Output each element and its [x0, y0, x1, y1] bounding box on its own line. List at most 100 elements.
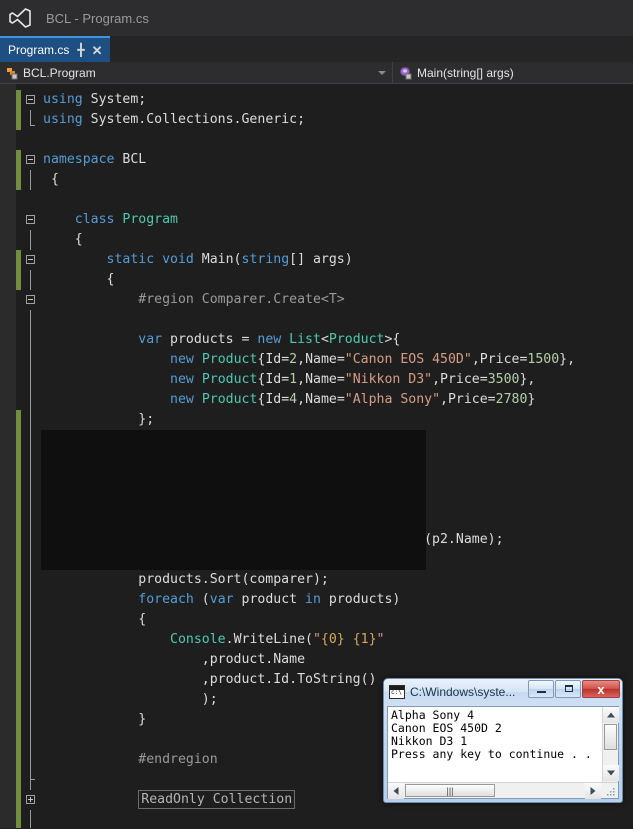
code-token: 2	[289, 352, 298, 367]
fold-guide-line	[30, 110, 31, 125]
fold-guide-line	[30, 330, 31, 350]
vertical-scroll-thumb[interactable]	[604, 724, 617, 750]
code-line: new Product{Id=4,Name="Alpha Sony",Price…	[41, 390, 633, 410]
scroll-right-arrow-icon[interactable]	[585, 783, 601, 799]
resize-grip-icon	[607, 788, 615, 796]
code-token: {Id=	[257, 352, 290, 367]
fold-guide-line	[30, 510, 31, 530]
code-token: 2780	[495, 392, 528, 407]
code-token: },	[519, 372, 536, 387]
scroll-up-arrow-icon[interactable]	[603, 707, 619, 723]
code-line: {	[41, 510, 633, 530]
code-token: ,Name=	[297, 372, 345, 387]
fold-guide-line	[30, 470, 31, 490]
console-window-icon	[389, 685, 405, 699]
code-token: class	[43, 212, 123, 227]
code-token: Program	[122, 212, 178, 227]
collapsed-region[interactable]: ReadOnly Collection	[138, 790, 296, 809]
code-token: {	[43, 172, 59, 187]
code-line: #region Comparer.Create<T>	[41, 290, 633, 310]
fold-margin[interactable]	[21, 84, 41, 828]
code-line: using System.Collections.Generic;	[41, 110, 633, 130]
code-token: ,Name=	[297, 352, 345, 367]
code-token: 1500	[527, 352, 560, 367]
indicator-margin[interactable]	[0, 84, 16, 828]
fold-collapse-icon[interactable]	[26, 155, 35, 164]
visual-studio-window: BCL - Program.cs Program.cs ╋ ✕ BCL.Prog…	[0, 0, 633, 829]
minimize-button[interactable]	[528, 680, 554, 698]
code-line: }));	[41, 550, 633, 570]
console-horizontal-scrollbar[interactable]: |||	[388, 782, 618, 799]
fold-collapse-icon[interactable]	[26, 295, 35, 304]
code-line: using System;	[41, 90, 633, 110]
code-line: {	[41, 230, 633, 250]
fold-guide-line	[30, 770, 31, 790]
code-line: {	[41, 270, 633, 290]
maximize-button[interactable]	[555, 680, 581, 698]
code-line: new Comparison<Product>(	[41, 470, 633, 490]
scroll-down-arrow-icon[interactable]	[603, 765, 619, 781]
type-dropdown[interactable]: BCL.Program	[0, 62, 392, 83]
code-token: Product	[328, 332, 385, 347]
fold-guide-line	[30, 650, 31, 670]
code-line: var products = new List<Product>{	[41, 330, 633, 350]
code-token: ,product.Name	[43, 652, 306, 667]
navigation-bar: BCL.Program Main(string[] args)	[0, 62, 633, 84]
code-token: "Nikkon D3"	[344, 372, 433, 387]
code-line: namespace BCL	[41, 150, 633, 170]
fold-guide-line	[30, 610, 31, 630]
chevron-down-icon[interactable]	[378, 70, 386, 75]
code-token: <	[320, 332, 329, 347]
member-dropdown[interactable]: Main(string[] args)	[392, 62, 633, 83]
selection-highlight	[41, 430, 426, 450]
console-window-controls: x	[527, 680, 620, 698]
code-token: ,Name=	[297, 392, 345, 407]
code-token: 3500	[487, 372, 520, 387]
code-token: ,Price=	[440, 392, 496, 407]
code-token: {Id=	[257, 372, 290, 387]
fold-guide-line	[30, 810, 31, 828]
code-token: new	[170, 372, 194, 387]
code-token: "Alpha Sony"	[344, 392, 441, 407]
selection-highlight	[41, 510, 426, 530]
tab-program-cs[interactable]: Program.cs ╋ ✕	[0, 36, 110, 62]
code-token: );	[43, 692, 218, 707]
console-window[interactable]: C:\Windows\syste... x Alpha Sony 4 Canon…	[383, 678, 623, 803]
horizontal-scroll-thumb[interactable]: |||	[405, 784, 495, 797]
code-token: using	[43, 112, 83, 127]
fold-collapse-icon[interactable]	[26, 215, 35, 224]
code-line: ,product.Name	[41, 650, 633, 670]
code-line: var comparer=Comparer<Product>	[41, 430, 633, 450]
code-token: foreach	[138, 592, 194, 607]
window-titlebar: BCL - Program.cs	[0, 0, 633, 36]
code-token: Product	[201, 372, 258, 387]
code-token: new	[257, 332, 282, 347]
fold-guide-line	[30, 630, 31, 650]
fold-guide-line	[30, 310, 31, 330]
fold-guide-line	[30, 570, 31, 590]
fold-collapse-icon[interactable]	[26, 255, 35, 264]
code-token: "	[312, 632, 321, 647]
close-icon[interactable]: ✕	[92, 44, 103, 57]
pin-icon[interactable]: ╋	[77, 44, 84, 56]
fold-expand-icon[interactable]	[26, 795, 35, 804]
close-button[interactable]: x	[582, 680, 620, 698]
tab-label: Program.cs	[8, 43, 70, 57]
code-line: foreach (var product in products)	[41, 590, 633, 610]
code-token: new	[170, 392, 194, 407]
code-token: List	[289, 332, 321, 347]
fold-guide-line	[30, 670, 31, 690]
code-line: };	[41, 410, 633, 430]
fold-guide-line	[30, 550, 31, 570]
code-line: new Product{Id=2,Name="Canon EOS 450D",P…	[41, 350, 633, 370]
code-token: }	[527, 392, 536, 407]
console-titlebar[interactable]: C:\Windows\syste... x	[384, 679, 622, 705]
scroll-left-arrow-icon[interactable]	[388, 783, 404, 799]
selection-highlight	[41, 490, 426, 510]
fold-collapse-icon[interactable]	[26, 95, 35, 104]
code-token: ,product.Id.ToString()	[43, 672, 377, 687]
